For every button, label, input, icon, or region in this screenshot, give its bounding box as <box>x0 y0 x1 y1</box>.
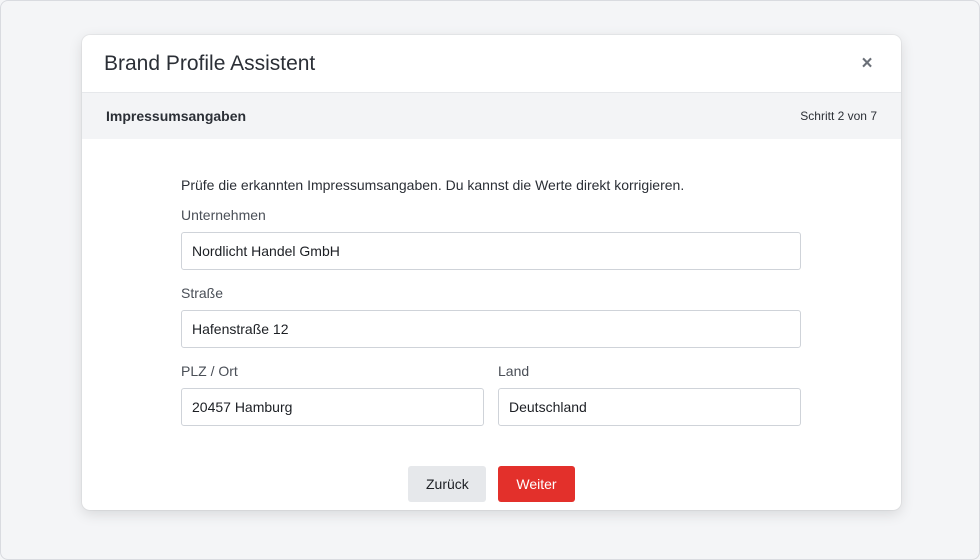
zip-city-input[interactable] <box>181 388 484 426</box>
dialog-title: Brand Profile Assistent <box>104 51 316 75</box>
company-label: Unternehmen <box>181 207 266 223</box>
window-frame: Brand Profile Assistent × Impressumsanga… <box>0 0 980 560</box>
close-icon[interactable]: × <box>855 52 879 76</box>
form-intro: Prüfe die erkannten Impressumsangaben. D… <box>181 177 685 193</box>
step-bar: Impressumsangaben Schritt 2 von 7 <box>82 93 901 139</box>
street-label: Straße <box>181 285 224 301</box>
country-group: Land <box>498 348 801 426</box>
dialog-header: Brand Profile Assistent × <box>82 35 901 93</box>
next-button[interactable]: Weiter <box>498 466 575 502</box>
country-label: Land <box>498 363 530 379</box>
country-input[interactable] <box>498 388 801 426</box>
back-button[interactable]: Zurück <box>408 466 486 502</box>
zip-city-label: PLZ / Ort <box>181 363 238 379</box>
dialog-actions: Zurück Weiter <box>181 466 901 502</box>
company-input[interactable] <box>181 232 801 270</box>
street-input[interactable] <box>181 310 801 348</box>
form-content: Prüfe die erkannten Impressumsangaben. D… <box>82 139 901 502</box>
step-counter: Schritt 2 von 7 <box>800 109 877 123</box>
zip-city-group: PLZ / Ort <box>181 348 484 426</box>
brand-profile-dialog: Brand Profile Assistent × Impressumsanga… <box>82 35 901 510</box>
step-title: Impressumsangaben <box>106 108 247 124</box>
location-row: PLZ / Ort Land <box>181 348 901 426</box>
